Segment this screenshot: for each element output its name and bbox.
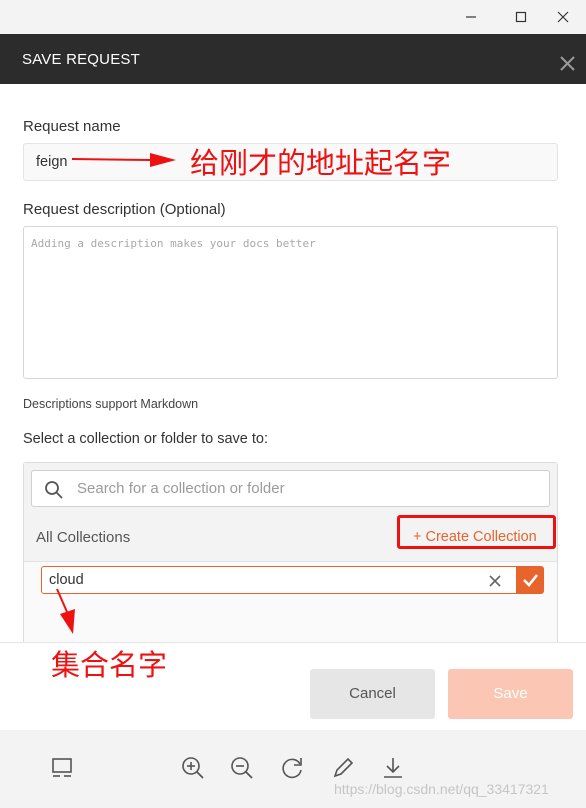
download-icon [384, 758, 402, 778]
zoom-in-button[interactable] [180, 755, 206, 781]
search-icon [45, 481, 63, 499]
annotation-collection-name: 集合名字 [51, 648, 168, 682]
minimize-icon [466, 16, 476, 18]
request-description-label: Request description (Optional) [23, 201, 226, 218]
collection-search-input[interactable]: Search for a collection or folder [31, 470, 550, 507]
annotation-request-name: 给刚才的地址起名字 [190, 146, 452, 180]
markdown-note: Descriptions support Markdown [23, 397, 199, 411]
save-button[interactable]: Save [448, 669, 573, 719]
modal-header: SAVE REQUEST [0, 34, 586, 84]
watermark: https://blog.csdn.net/qq_33417321 [334, 781, 549, 797]
window-minimize-button[interactable] [448, 0, 494, 34]
edit-button[interactable] [330, 755, 356, 781]
collection-select-label: Select a collection or folder to save to… [23, 431, 269, 447]
new-collection-name-input[interactable]: cloud [41, 566, 517, 594]
window-close-button[interactable] [540, 0, 586, 34]
maximize-icon [515, 11, 527, 23]
edit-icon [333, 757, 354, 778]
close-icon [557, 11, 569, 23]
window-maximize-button[interactable] [498, 0, 544, 34]
layout-button[interactable] [50, 755, 76, 781]
request-name-label: Request name [23, 118, 121, 135]
create-collection-highlight [397, 515, 556, 549]
layout-icon [52, 758, 72, 777]
cancel-button[interactable]: Cancel [310, 669, 435, 719]
collection-search-placeholder: Search for a collection or folder [77, 480, 285, 497]
modal-close-button[interactable] [554, 50, 580, 76]
confirm-collection-button[interactable] [517, 566, 544, 594]
window-titlebar [0, 0, 586, 34]
close-icon [560, 56, 575, 71]
zoom-in-icon [182, 757, 204, 779]
request-description-textarea[interactable]: Adding a description makes your docs bet… [23, 226, 558, 379]
rotate-icon [282, 758, 302, 779]
rotate-button[interactable] [280, 755, 306, 781]
checkmark-icon [523, 574, 539, 587]
clear-icon[interactable] [488, 574, 502, 588]
download-button[interactable] [380, 755, 406, 781]
request-name-value: feign [36, 154, 68, 170]
new-collection-name-value: cloud [49, 572, 84, 588]
zoom-out-button[interactable] [229, 755, 255, 781]
modal-title: SAVE REQUEST [22, 51, 140, 68]
zoom-out-icon [231, 757, 253, 779]
all-collections-label: All Collections [36, 529, 131, 546]
description-placeholder: Adding a description makes your docs bet… [31, 237, 316, 250]
collection-panel: Search for a collection or folder All Co… [23, 462, 558, 652]
